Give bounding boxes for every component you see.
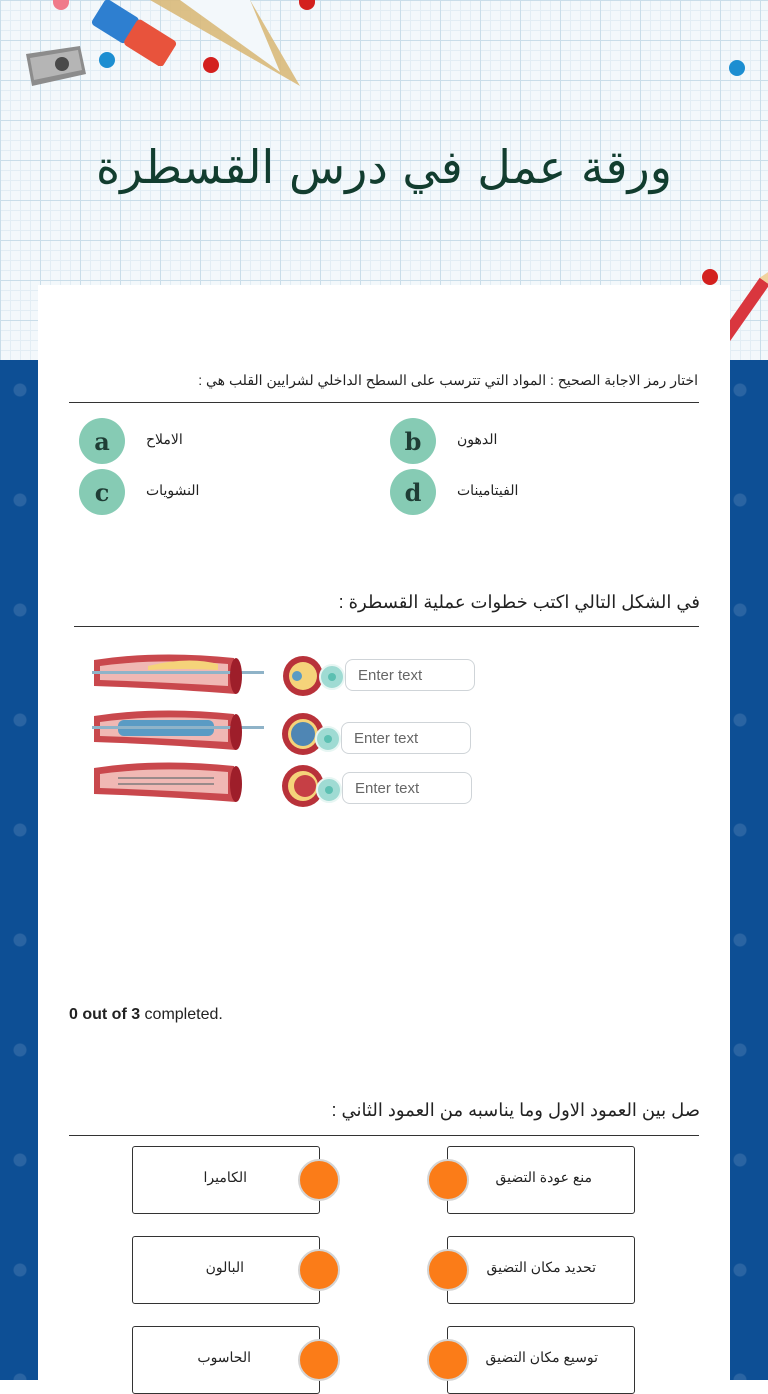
sharpener-icon	[26, 46, 86, 86]
option-d-badge[interactable]: d	[390, 469, 436, 515]
match-left-item[interactable]: الحاسوب	[132, 1326, 320, 1394]
match-right-item[interactable]: توسيع مكان التضيق	[447, 1326, 635, 1394]
page-title: ورقة عمل في درس القسطرة	[96, 140, 672, 194]
match-left-label: البالون	[205, 1259, 244, 1275]
match-connector-left[interactable]	[298, 1339, 340, 1381]
match-connector-right[interactable]	[427, 1339, 469, 1381]
match-right-label: تحديد مكان التضيق	[486, 1259, 596, 1275]
worksheet-card	[38, 285, 730, 1380]
step-2-input[interactable]	[341, 722, 471, 754]
option-b-badge[interactable]: b	[390, 418, 436, 464]
match-right-item[interactable]: تحديد مكان التضيق	[447, 1236, 635, 1304]
artery-step-1	[92, 654, 264, 694]
match-connector-right[interactable]	[427, 1159, 469, 1201]
progress-suffix: completed.	[140, 1006, 223, 1023]
option-b-label[interactable]: الدهون	[457, 431, 497, 448]
match-left-item[interactable]: الكاميرا	[132, 1146, 320, 1214]
match-connector-left[interactable]	[298, 1249, 340, 1291]
match-connector-right[interactable]	[427, 1249, 469, 1291]
option-d-label[interactable]: الفيتامينات	[457, 482, 518, 499]
match-right-label: توسيع مكان التضيق	[485, 1349, 598, 1365]
match-left-label: الحاسوب	[197, 1349, 251, 1365]
option-a-badge[interactable]: a	[79, 418, 125, 464]
question2-prompt: في الشكل التالي اكتب خطوات عملية القسطرة…	[338, 592, 700, 612]
hotspot-marker-1[interactable]	[319, 664, 345, 690]
question1-prompt: اختار رمز الاجابة الصحيح : المواد التي ت…	[198, 372, 698, 388]
pencil-icon	[728, 268, 768, 344]
question3-prompt: صل بين العمود الاول وما يناسبه من العمود…	[331, 1100, 700, 1120]
match-right-item[interactable]: منع عودة التضيق	[447, 1146, 635, 1214]
option-c-badge[interactable]: c	[79, 469, 125, 515]
option-c-label[interactable]: النشويات	[146, 482, 199, 499]
divider	[69, 402, 699, 403]
catheter-illustration	[92, 654, 324, 807]
progress-status: 0 out of 3 completed.	[69, 1006, 223, 1024]
match-left-item[interactable]: البالون	[132, 1236, 320, 1304]
match-left-label: الكاميرا	[203, 1169, 248, 1185]
hotspot-marker-3[interactable]	[316, 777, 342, 803]
divider	[69, 1135, 699, 1136]
decorative-dot	[729, 60, 745, 76]
ruler-triangle-icon	[150, 0, 300, 86]
artery-step-2	[92, 710, 264, 750]
step-1-input[interactable]	[345, 659, 475, 691]
match-right-label: منع عودة التضيق	[495, 1169, 592, 1185]
decorative-dot	[99, 52, 115, 68]
option-a-label[interactable]: الاملاح	[146, 431, 183, 448]
decorative-dot	[203, 57, 219, 73]
divider	[74, 626, 699, 627]
progress-count: 0 out of 3	[69, 1006, 141, 1023]
artery-step-3	[94, 762, 242, 802]
match-connector-left[interactable]	[298, 1159, 340, 1201]
hotspot-marker-2[interactable]	[315, 726, 341, 752]
decorative-dot	[702, 269, 718, 285]
step-3-input[interactable]	[342, 772, 472, 804]
